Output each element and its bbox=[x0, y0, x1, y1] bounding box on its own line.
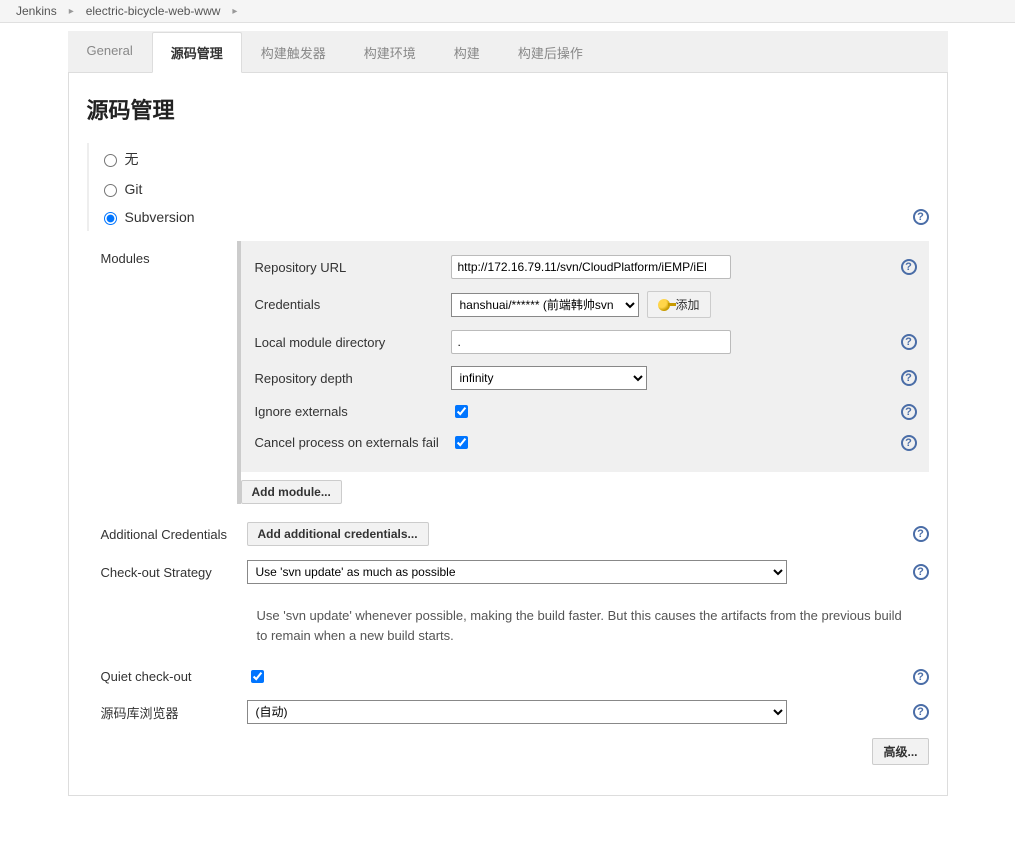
add-credentials-label: 添加 bbox=[676, 296, 700, 313]
tab-build[interactable]: 构建 bbox=[435, 32, 499, 73]
radio-git[interactable] bbox=[104, 184, 117, 197]
local-dir-input[interactable] bbox=[451, 330, 731, 354]
help-icon[interactable]: ? bbox=[901, 370, 917, 386]
help-icon[interactable]: ? bbox=[913, 704, 929, 720]
config-tabs: General 源码管理 构建触发器 构建环境 构建 构建后操作 bbox=[68, 31, 948, 73]
repo-browser-select[interactable]: (自动) bbox=[247, 700, 787, 724]
help-icon[interactable]: ? bbox=[913, 526, 929, 542]
checkout-strategy-select[interactable]: Use 'svn update' as much as possible bbox=[247, 560, 787, 584]
radio-git-label: Git bbox=[125, 181, 143, 197]
repo-url-input[interactable] bbox=[451, 255, 731, 279]
scm-radio-group: 无 Git Subversion ? bbox=[87, 143, 929, 231]
breadcrumb-root-link[interactable]: Jenkins bbox=[16, 4, 57, 18]
repo-depth-label: Repository depth bbox=[255, 371, 451, 386]
add-module-button[interactable]: Add module... bbox=[241, 480, 342, 504]
tab-postbuild[interactable]: 构建后操作 bbox=[499, 32, 602, 73]
radio-none[interactable] bbox=[104, 154, 117, 167]
help-icon[interactable]: ? bbox=[901, 334, 917, 350]
help-icon[interactable]: ? bbox=[913, 564, 929, 580]
add-credentials-button[interactable]: 添加 bbox=[647, 291, 711, 318]
repo-browser-label: 源码库浏览器 bbox=[101, 703, 245, 722]
add-additional-credentials-button[interactable]: Add additional credentials... bbox=[247, 522, 429, 546]
module-box: Repository URL ? Credentials hanshuai/**… bbox=[241, 241, 929, 472]
repo-url-label: Repository URL bbox=[255, 260, 451, 275]
tab-general[interactable]: General bbox=[68, 32, 152, 73]
cancel-on-fail-label: Cancel process on externals fail bbox=[255, 435, 451, 450]
additional-credentials-label: Additional Credentials bbox=[101, 527, 245, 542]
checkout-strategy-hint: Use 'svn update' whenever possible, maki… bbox=[247, 598, 903, 653]
content-area: 源码管理 无 Git Subversion ? Modules bbox=[68, 73, 948, 796]
help-icon[interactable]: ? bbox=[901, 259, 917, 275]
tab-buildenv[interactable]: 构建环境 bbox=[345, 32, 435, 73]
breadcrumb-separator: ▸ bbox=[232, 6, 237, 17]
help-icon[interactable]: ? bbox=[901, 435, 917, 451]
repo-depth-select[interactable]: infinity bbox=[451, 366, 647, 390]
radio-subversion[interactable] bbox=[104, 212, 117, 225]
ignore-externals-label: Ignore externals bbox=[255, 404, 451, 419]
section-title: 源码管理 bbox=[87, 93, 929, 125]
key-icon bbox=[658, 299, 670, 311]
radio-subversion-label: Subversion bbox=[125, 209, 195, 225]
quiet-checkout-checkbox[interactable] bbox=[251, 670, 264, 683]
help-icon[interactable]: ? bbox=[901, 404, 917, 420]
tab-scm[interactable]: 源码管理 bbox=[152, 32, 242, 73]
ignore-externals-checkbox[interactable] bbox=[455, 405, 468, 418]
credentials-label: Credentials bbox=[255, 297, 451, 312]
help-icon[interactable]: ? bbox=[913, 209, 929, 225]
tab-triggers[interactable]: 构建触发器 bbox=[242, 32, 345, 73]
subversion-block: Modules Repository URL ? Credentials bbox=[101, 241, 929, 765]
local-dir-label: Local module directory bbox=[255, 335, 451, 350]
cancel-on-fail-checkbox[interactable] bbox=[455, 436, 468, 449]
credentials-select[interactable]: hanshuai/****** (前端韩帅svn bbox=[451, 293, 639, 317]
checkout-strategy-label: Check-out Strategy bbox=[101, 565, 245, 580]
quiet-checkout-label: Quiet check-out bbox=[101, 669, 245, 684]
breadcrumb-project-link[interactable]: electric-bicycle-web-www bbox=[86, 4, 221, 18]
advanced-button[interactable]: 高级... bbox=[872, 738, 928, 765]
help-icon[interactable]: ? bbox=[913, 669, 929, 685]
breadcrumb: Jenkins ▸ electric-bicycle-web-www ▸ bbox=[0, 0, 1015, 23]
modules-label: Modules bbox=[101, 241, 237, 266]
breadcrumb-separator: ▸ bbox=[69, 6, 74, 17]
radio-none-label: 无 bbox=[125, 149, 139, 169]
